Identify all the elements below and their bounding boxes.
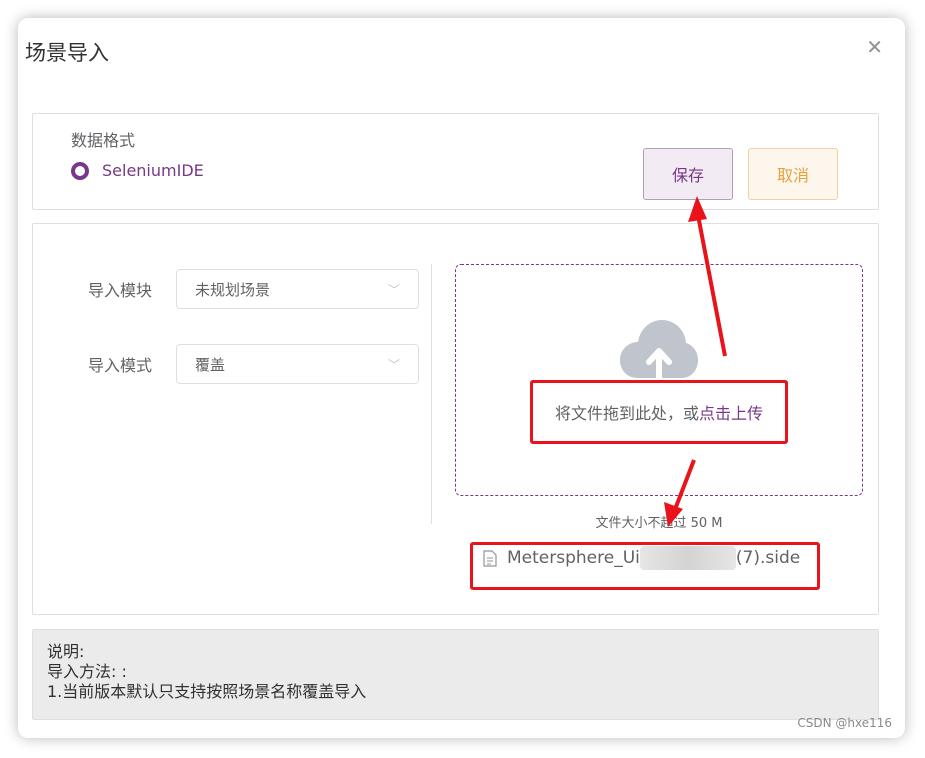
upload-cloud-icon	[620, 320, 698, 380]
save-button[interactable]: 保存	[643, 148, 733, 200]
watermark: CSDN @hxe116	[797, 716, 892, 730]
import-dialog: 场景导入 ✕ 数据格式 SeleniumIDE 保存 取消 导入模块 未规划场景…	[18, 18, 905, 738]
mode-select[interactable]: 覆盖 ﹀	[176, 344, 419, 384]
module-label: 导入模块	[88, 281, 153, 300]
mode-row: 导入模式 覆盖 ﹀	[88, 344, 419, 384]
radio-selenium-ide[interactable]: SeleniumIDE	[71, 161, 204, 180]
mode-label: 导入模式	[88, 356, 153, 375]
divider	[431, 264, 432, 524]
module-row: 导入模块 未规划场景 ﹀	[88, 269, 419, 309]
dialog-title: 场景导入	[25, 41, 109, 65]
cancel-button[interactable]: 取消	[748, 148, 838, 200]
mode-select-value: 覆盖	[195, 355, 226, 374]
annotation-box-file	[470, 542, 820, 590]
upload-tip: 文件大小不超过 50 M	[595, 516, 723, 531]
close-icon[interactable]: ✕	[866, 37, 883, 57]
note-detail: 1.当前版本默认只支持按照场景名称覆盖导入	[47, 682, 367, 701]
chevron-down-icon: ﹀	[387, 282, 400, 297]
module-select-value: 未规划场景	[195, 280, 271, 299]
chevron-down-icon: ﹀	[387, 357, 400, 372]
note-title: 说明:	[47, 642, 85, 661]
annotation-box-upload-text	[530, 380, 788, 444]
radio-label: SeleniumIDE	[102, 161, 204, 180]
module-select[interactable]: 未规划场景 ﹀	[176, 269, 419, 309]
format-label: 数据格式	[71, 131, 136, 150]
instructions-panel: 说明: 导入方法: : 1.当前版本默认只支持按照场景名称覆盖导入	[32, 629, 879, 720]
note-method: 导入方法: :	[47, 662, 127, 681]
radio-selected-icon	[71, 161, 89, 180]
format-panel: 数据格式 SeleniumIDE 保存 取消	[32, 113, 879, 210]
